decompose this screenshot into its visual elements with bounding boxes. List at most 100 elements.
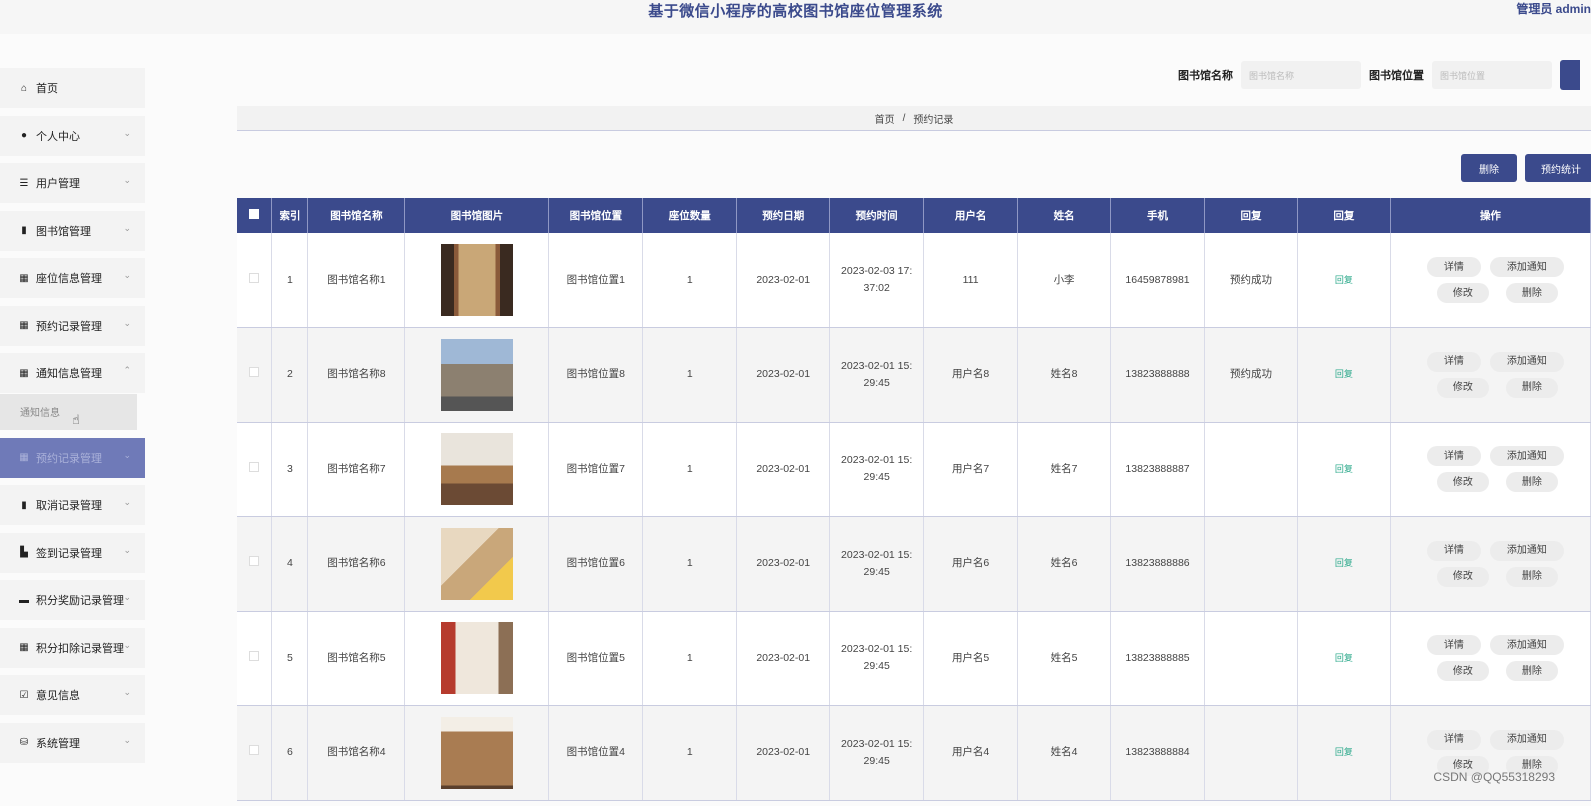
library-thumbnail[interactable] [440, 338, 513, 411]
add-notice-button[interactable]: 添加通知 [1489, 635, 1564, 656]
reply-link[interactable]: 回复 [1335, 464, 1353, 474]
delete-button[interactable]: 删除 [1461, 154, 1517, 182]
detail-button[interactable]: 详情 [1426, 446, 1481, 467]
library-thumbnail[interactable] [440, 244, 513, 316]
cell-library-name: 图书馆名称4 [307, 705, 406, 801]
sidebar-item[interactable]: ☰ 用户管理 ⌄ [0, 163, 145, 203]
cell-seat-count: 1 [642, 516, 738, 612]
row-delete-button[interactable]: 删除 [1505, 472, 1558, 493]
statistics-button[interactable]: 预约统计 [1525, 154, 1591, 182]
grid-icon: ▦ [19, 452, 29, 463]
reply-link[interactable]: 回复 [1335, 369, 1353, 379]
edit-button[interactable]: 修改 [1436, 472, 1489, 493]
reply-link[interactable]: 回复 [1335, 653, 1353, 663]
add-notice-button[interactable]: 添加通知 [1489, 540, 1564, 561]
sidebar-item[interactable]: ▦ 通知信息管理 ⌃ [0, 353, 145, 393]
edit-button[interactable]: 修改 [1436, 566, 1489, 587]
sidebar-item[interactable]: ⌂ 首页 [0, 68, 145, 108]
breadcrumb-home[interactable]: 首页 [875, 111, 895, 126]
detail-button[interactable]: 详情 [1426, 257, 1481, 277]
cell-library-image [404, 611, 550, 706]
table-row[interactable]: 6 图书馆名称4 图书馆位置4 1 2023-02-01 2023-02-01 15: 29… [237, 705, 1591, 801]
reply-link[interactable]: 回复 [1335, 558, 1353, 568]
library-thumbnail[interactable] [440, 622, 513, 695]
row-checkbox[interactable] [249, 461, 260, 472]
edit-button[interactable]: 修改 [1436, 661, 1489, 682]
detail-button[interactable]: 详情 [1426, 351, 1481, 372]
sidebar-item[interactable]: ▮ 取消记录管理 ⌄ [0, 485, 145, 525]
cell-reserve-date: 2023-02-01 [736, 705, 831, 801]
sidebar-item[interactable]: ☑ 意见信息 ⌄ [0, 675, 145, 715]
detail-button[interactable]: 详情 [1426, 540, 1481, 561]
sidebar-item[interactable]: ▦ 积分扣除记录管理 ⌄ [0, 627, 145, 668]
detail-button[interactable]: 详情 [1426, 729, 1481, 750]
sidebar-item-label: 个人中心 [36, 130, 80, 143]
col-header: 座位数量 [642, 198, 738, 233]
reply-link[interactable]: 回复 [1335, 275, 1353, 285]
submenu-item-notice[interactable]: 通知信息 ☝ [0, 393, 137, 430]
library-thumbnail[interactable] [440, 527, 513, 600]
row-checkbox[interactable] [249, 745, 260, 756]
edit-button[interactable]: 修改 [1436, 283, 1489, 303]
library-name-input[interactable]: 图书馆名称 [1241, 61, 1361, 89]
row-delete-button[interactable]: 删除 [1505, 566, 1558, 587]
chevron-icon: ⌄ [123, 592, 131, 602]
cell-status [1204, 516, 1298, 612]
row-checkbox[interactable] [249, 650, 260, 661]
reservation-table: 索引 图书馆名称 图书馆图片 图书馆位置 座位数量 预约日期 预约时间 用户名 … [237, 198, 1591, 801]
library-thumbnail[interactable] [440, 716, 513, 789]
search-button[interactable] [1560, 60, 1580, 90]
edit-button[interactable]: 修改 [1436, 377, 1489, 398]
cell-seat-count: 1 [642, 327, 738, 423]
cell-library-image [404, 705, 550, 801]
sidebar-item[interactable]: ▙ 签到记录管理 ⌄ [0, 532, 145, 573]
sidebar-item[interactable]: ▦ 预约记录管理 ⌄ [0, 305, 145, 346]
chevron-icon: ⌄ [123, 734, 131, 745]
sidebar-item[interactable]: ▬ 积分奖励记录管理 ⌄ [0, 580, 145, 620]
add-notice-button[interactable]: 添加通知 [1489, 257, 1564, 277]
sidebar-item-label: 签到记录管理 [36, 547, 102, 560]
row-checkbox[interactable] [249, 367, 260, 378]
row-delete-button[interactable]: 删除 [1505, 661, 1558, 682]
library-location-input[interactable]: 图书馆位置 [1432, 61, 1552, 89]
sidebar-item[interactable]: ▦ 座位信息管理 ⌄ [0, 258, 145, 298]
reply-link[interactable]: 回复 [1335, 747, 1353, 757]
select-all-checkbox[interactable] [249, 209, 260, 219]
sidebar-item[interactable]: ▮ 图书馆管理 ⌄ [0, 210, 145, 251]
cell-seat-count: 1 [642, 705, 738, 801]
sidebar-item[interactable]: ● 个人中心 ⌄ [0, 115, 145, 156]
library-thumbnail[interactable] [440, 433, 513, 506]
table-row[interactable]: 4 图书馆名称6 图书馆位置6 1 2023-02-01 2023-02-01 15: 29… [237, 516, 1591, 612]
chevron-icon: ⌄ [123, 544, 131, 555]
col-header: 手机 [1110, 198, 1205, 233]
cell-library-location: 图书馆位置4 [548, 705, 644, 801]
cell-reserve-time: 2023-02-03 17: 37:02 [829, 233, 925, 328]
sidebar-item-label: 图书馆管理 [36, 225, 91, 238]
cell-realname: 姓名5 [1017, 611, 1112, 706]
table-row[interactable]: 2 图书馆名称8 图书馆位置8 1 2023-02-01 2023-02-01 15: 29… [237, 327, 1591, 423]
table-row[interactable]: 1 图书馆名称1 图书馆位置1 1 2023-02-01 2023-02-03 17: 37… [237, 233, 1591, 328]
cell-actions: 详情 添加通知 修改 删除 [1390, 233, 1591, 328]
add-notice-button[interactable]: 添加通知 [1489, 351, 1564, 372]
cell-seat-count: 1 [642, 611, 738, 706]
add-notice-button[interactable]: 添加通知 [1489, 729, 1564, 750]
cell-reserve-date: 2023-02-01 [736, 327, 831, 423]
table-row[interactable]: 5 图书馆名称5 图书馆位置5 1 2023-02-01 2023-02-01 15: 29… [237, 611, 1591, 706]
row-checkbox[interactable] [249, 272, 260, 283]
cell-phone: 13823888888 [1110, 327, 1205, 423]
add-notice-button[interactable]: 添加通知 [1489, 446, 1564, 467]
row-delete-button[interactable]: 删除 [1505, 283, 1558, 303]
table-row[interactable]: 3 图书馆名称7 图书馆位置7 1 2023-02-01 2023-02-01 15: 29… [237, 422, 1591, 517]
detail-button[interactable]: 详情 [1426, 635, 1481, 656]
sidebar-item[interactable]: ▦ 预约记录管理 ⌄ [0, 437, 145, 478]
sidebar-item[interactable]: ⛁ 系统管理 ⌄ [0, 722, 145, 763]
row-delete-button[interactable]: 删除 [1505, 377, 1558, 398]
admin-label[interactable]: 管理员 admin [1516, 0, 1591, 17]
breadcrumb-current: 预约记录 [913, 114, 954, 126]
library-name-label: 图书馆名称 [1178, 70, 1233, 82]
row-checkbox[interactable] [249, 556, 260, 567]
sidebar-item-label: 积分奖励记录管理 [36, 595, 124, 607]
time-line-1: 2023-02-01 15: [841, 548, 913, 561]
chevron-icon: ⌄ [123, 687, 131, 697]
cell-library-location: 图书馆位置6 [548, 516, 644, 612]
